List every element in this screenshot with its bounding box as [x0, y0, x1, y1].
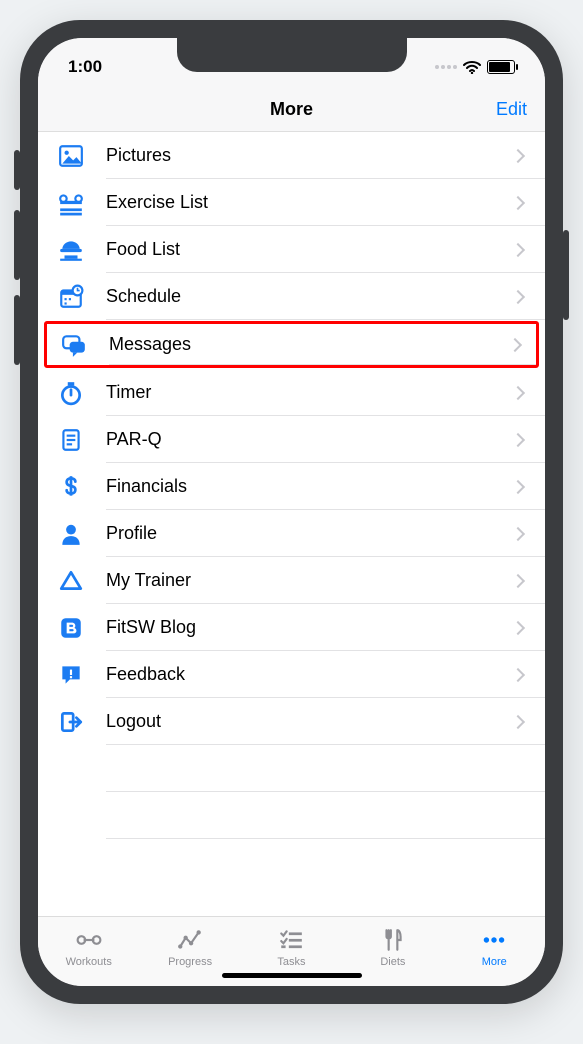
menu-item-financials[interactable]: Financials — [38, 463, 545, 510]
chevron-right-icon — [511, 620, 525, 634]
document-icon — [58, 427, 84, 453]
chevron-right-icon — [511, 526, 525, 540]
tab-diets[interactable]: Diets — [342, 927, 443, 968]
tab-tasks[interactable]: Tasks — [241, 927, 342, 968]
chevron-right-icon — [511, 195, 525, 209]
menu-item-pictures[interactable]: Pictures — [38, 132, 545, 179]
empty-row — [106, 745, 545, 792]
blog-icon — [58, 615, 84, 641]
chevron-right-icon — [511, 667, 525, 681]
tab-label: Workouts — [66, 956, 112, 968]
menu-item-label: Messages — [109, 334, 510, 355]
battery-icon — [487, 60, 515, 74]
barbell-icon — [58, 190, 84, 216]
status-time: 1:00 — [68, 57, 102, 77]
menu-item-feedback[interactable]: Feedback — [38, 651, 545, 698]
menu-item-label: My Trainer — [106, 570, 513, 591]
menu-item-label: Schedule — [106, 286, 513, 307]
menu-item-logout[interactable]: Logout — [38, 698, 545, 745]
trainer-icon — [58, 568, 84, 594]
phone-frame: 1:00 More Edit Pictures Exercise List Food… — [20, 20, 563, 1004]
menu-item-label: Logout — [106, 711, 513, 732]
more-tab-icon — [481, 927, 507, 953]
menu-item-my-trainer[interactable]: My Trainer — [38, 557, 545, 604]
chevron-right-icon — [511, 242, 525, 256]
chevron-right-icon — [511, 479, 525, 493]
screen: 1:00 More Edit Pictures Exercise List Food… — [38, 38, 545, 986]
menu-item-label: Financials — [106, 476, 513, 497]
chevron-right-icon — [511, 148, 525, 162]
tab-more[interactable]: More — [444, 927, 545, 968]
menu-item-label: FitSW Blog — [106, 617, 513, 638]
tab-label: Diets — [380, 956, 405, 968]
edit-button[interactable]: Edit — [496, 99, 527, 120]
menu-item-label: Food List — [106, 239, 513, 260]
side-button — [14, 210, 20, 280]
messages-icon — [61, 332, 87, 358]
wifi-icon — [463, 60, 481, 74]
menu-item-food-list[interactable]: Food List — [38, 226, 545, 273]
chevron-right-icon — [508, 337, 522, 351]
cellular-dots-icon — [435, 65, 457, 69]
chevron-right-icon — [511, 432, 525, 446]
home-indicator[interactable] — [222, 973, 362, 978]
menu-item-timer[interactable]: Timer — [38, 369, 545, 416]
workouts-tab-icon — [76, 927, 102, 953]
page-title: More — [270, 99, 313, 120]
tasks-tab-icon — [278, 927, 304, 953]
tab-progress[interactable]: Progress — [139, 927, 240, 968]
calendar-icon — [58, 284, 84, 310]
chevron-right-icon — [511, 573, 525, 587]
status-icons — [435, 60, 515, 74]
side-button — [563, 230, 569, 320]
feedback-icon — [58, 662, 84, 688]
menu-list: Pictures Exercise List Food List Schedule Me… — [38, 132, 545, 916]
tab-label: Progress — [168, 956, 212, 968]
menu-item-profile[interactable]: Profile — [38, 510, 545, 557]
nav-bar: More Edit — [38, 88, 545, 132]
menu-item-label: Pictures — [106, 145, 513, 166]
menu-item-label: Profile — [106, 523, 513, 544]
logout-icon — [58, 709, 84, 735]
tab-label: Tasks — [277, 956, 305, 968]
menu-item-label: Timer — [106, 382, 513, 403]
menu-item-label: Feedback — [106, 664, 513, 685]
progress-tab-icon — [177, 927, 203, 953]
menu-item-exercise-list[interactable]: Exercise List — [38, 179, 545, 226]
notch — [177, 38, 407, 72]
menu-item-messages[interactable]: Messages — [44, 321, 539, 368]
chevron-right-icon — [511, 289, 525, 303]
menu-item-fitsw-blog[interactable]: FitSW Blog — [38, 604, 545, 651]
dollar-icon — [58, 474, 84, 500]
timer-icon — [58, 380, 84, 406]
food-icon — [58, 237, 84, 263]
menu-item-schedule[interactable]: Schedule — [38, 273, 545, 320]
side-button — [14, 150, 20, 190]
diets-tab-icon — [380, 927, 406, 953]
chevron-right-icon — [511, 385, 525, 399]
chevron-right-icon — [511, 714, 525, 728]
side-button — [14, 295, 20, 365]
empty-row — [106, 792, 545, 839]
tab-workouts[interactable]: Workouts — [38, 927, 139, 968]
picture-icon — [58, 143, 84, 169]
menu-item-label: PAR-Q — [106, 429, 513, 450]
menu-item-label: Exercise List — [106, 192, 513, 213]
profile-icon — [58, 521, 84, 547]
menu-item-par-q[interactable]: PAR-Q — [38, 416, 545, 463]
tab-label: More — [482, 956, 507, 968]
